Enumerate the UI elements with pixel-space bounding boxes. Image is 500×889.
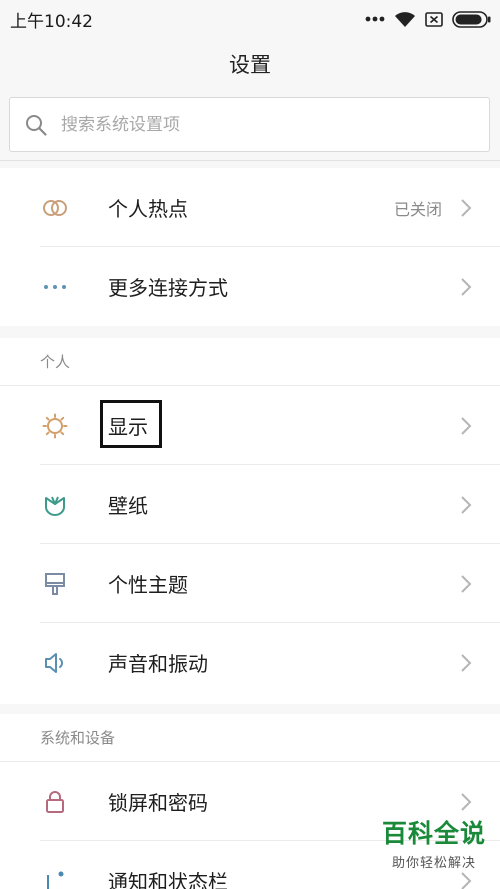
settings-item-label: 壁纸 (108, 494, 148, 518)
no-sim-icon (425, 11, 443, 27)
chevron-right-icon (460, 198, 472, 218)
search-icon (25, 114, 47, 136)
status-bar: 上午10:42 (0, 0, 500, 38)
chevron-right-icon (460, 277, 472, 297)
highlight-box (100, 400, 162, 448)
settings-item-more-connections[interactable]: 更多连接方式 (0, 247, 500, 326)
section-header-label: 系统和设备 (40, 729, 116, 747)
chevron-right-icon (460, 792, 472, 812)
settings-item-label: 个人热点 (108, 197, 188, 221)
section-header-label: 个人 (40, 353, 71, 371)
settings-item-hotspot[interactable]: 个人热点 已关闭 (0, 168, 500, 247)
search-input[interactable] (61, 114, 441, 135)
section-header-personal: 个人 (0, 338, 500, 386)
watermark-title: 百科全说 (381, 819, 486, 848)
settings-item-display[interactable]: 显示 (0, 386, 500, 465)
chevron-right-icon (460, 653, 472, 673)
brightness-icon (42, 413, 68, 439)
settings-item-label: 声音和振动 (108, 652, 208, 676)
settings-item-label: 更多连接方式 (108, 276, 228, 300)
chevron-right-icon (460, 574, 472, 594)
search-area (0, 90, 500, 160)
settings-item-value: 已关闭 (393, 199, 442, 219)
hotspot-icon (42, 195, 68, 221)
settings-item-sound[interactable]: 声音和振动 (0, 623, 500, 702)
more-dots-status-icon (365, 16, 385, 22)
wallpaper-icon (42, 492, 68, 518)
page-title: 设置 (229, 53, 271, 77)
more-dots-icon (42, 274, 68, 300)
chevron-right-icon (460, 416, 472, 436)
connection-section: 个人热点 已关闭 更多连接方式 (0, 168, 500, 326)
settings-item-label: 个性主题 (108, 573, 188, 597)
status-time: 上午10:42 (10, 11, 93, 32)
lock-icon (42, 789, 68, 815)
chevron-right-icon (460, 495, 472, 515)
settings-item-theme[interactable]: 个性主题 (0, 544, 500, 623)
settings-item-wallpaper[interactable]: 壁纸 (0, 465, 500, 544)
section-header-system: 系统和设备 (0, 714, 500, 762)
notification-icon (42, 868, 68, 889)
settings-item-label: 显示 (100, 400, 162, 448)
personal-section: 个人 显示 壁纸 个性主题 声音和振动 (0, 338, 500, 704)
top-divider (0, 160, 500, 161)
speaker-icon (42, 650, 68, 676)
title-bar: 设置 (0, 38, 500, 90)
wifi-icon (394, 11, 416, 28)
chevron-right-icon (460, 871, 472, 889)
theme-brush-icon (42, 571, 68, 597)
settings-item-label: 锁屏和密码 (108, 791, 208, 815)
watermark-subtitle: 助你轻松解决 (391, 856, 476, 871)
settings-item-label: 通知和状态栏 (108, 870, 228, 889)
watermark: 百科全说 助你轻松解决 (382, 814, 486, 871)
search-box[interactable] (9, 97, 490, 152)
status-icons (365, 10, 492, 28)
battery-icon (452, 10, 492, 28)
